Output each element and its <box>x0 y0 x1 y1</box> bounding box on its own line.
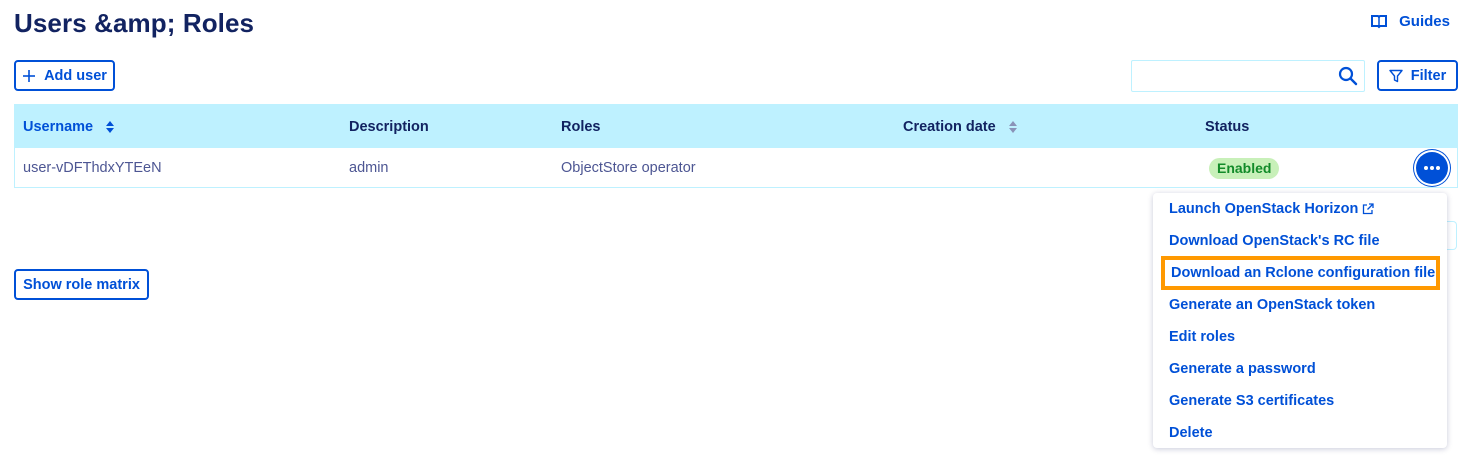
column-header-description: Description <box>349 105 429 148</box>
column-header-label: Status <box>1205 118 1250 135</box>
status-badge: Enabled <box>1209 157 1280 179</box>
column-header-label: Roles <box>561 118 601 135</box>
menu-item-delete[interactable]: Delete <box>1169 419 1213 447</box>
plus-icon <box>23 69 36 82</box>
sort-icon[interactable] <box>105 120 115 134</box>
column-header-label: Creation date <box>903 118 996 135</box>
menu-item-edit-roles[interactable]: Edit roles <box>1169 323 1235 351</box>
ellipsis-icon <box>1424 166 1440 170</box>
cell-roles: ObjectStore operator <box>561 160 696 176</box>
menu-item-download-rc[interactable]: Download OpenStack's RC file <box>1169 227 1380 255</box>
sort-icon[interactable] <box>1008 120 1018 134</box>
book-icon <box>1371 15 1388 29</box>
menu-item-download-rclone[interactable]: Download an Rclone configuration file <box>1161 256 1440 290</box>
menu-item-label: Launch OpenStack Horizon <box>1169 201 1359 217</box>
guides-link[interactable]: Guides <box>1371 10 1450 32</box>
search-input[interactable] <box>1138 65 1332 89</box>
menu-item-launch-horizon[interactable]: Launch OpenStack Horizon <box>1169 195 1374 223</box>
filter-icon <box>1389 69 1403 82</box>
filter-label: Filter <box>1410 67 1447 84</box>
table-row: user-vDFThdxYTEeN admin ObjectStore oper… <box>15 148 1457 188</box>
row-actions-menu: Launch OpenStack Horizon Download OpenSt… <box>1153 193 1447 448</box>
filter-button[interactable]: Filter <box>1377 60 1458 91</box>
cell-status: Enabled <box>1209 148 1280 188</box>
column-header-username[interactable]: Username <box>23 105 115 148</box>
column-header-roles: Roles <box>561 105 601 148</box>
search-field[interactable] <box>1131 60 1365 92</box>
page-title: Users &amp; Roles <box>14 8 255 38</box>
row-actions-button[interactable] <box>1416 152 1448 184</box>
table-header: Username Description Roles Creation date… <box>15 105 1457 148</box>
column-header-label: Username <box>23 118 94 135</box>
external-link-icon <box>1363 203 1374 215</box>
search-icon[interactable] <box>1338 66 1358 86</box>
menu-item-generate-s3[interactable]: Generate S3 certificates <box>1169 387 1334 415</box>
column-header-status: Status <box>1205 105 1249 148</box>
column-header-creation-date[interactable]: Creation date <box>903 105 1018 148</box>
cell-username: user-vDFThdxYTEeN <box>23 160 162 176</box>
cell-description: admin <box>349 160 389 176</box>
add-user-button[interactable]: Add user <box>14 60 115 91</box>
add-user-label: Add user <box>44 67 107 84</box>
guides-label: Guides <box>1399 12 1450 30</box>
menu-item-generate-password[interactable]: Generate a password <box>1169 355 1316 383</box>
menu-item-generate-token[interactable]: Generate an OpenStack token <box>1169 291 1375 319</box>
show-role-matrix-button[interactable]: Show role matrix <box>14 269 149 300</box>
users-table: Username Description Roles Creation date… <box>14 104 1458 188</box>
column-header-label: Description <box>349 118 429 135</box>
